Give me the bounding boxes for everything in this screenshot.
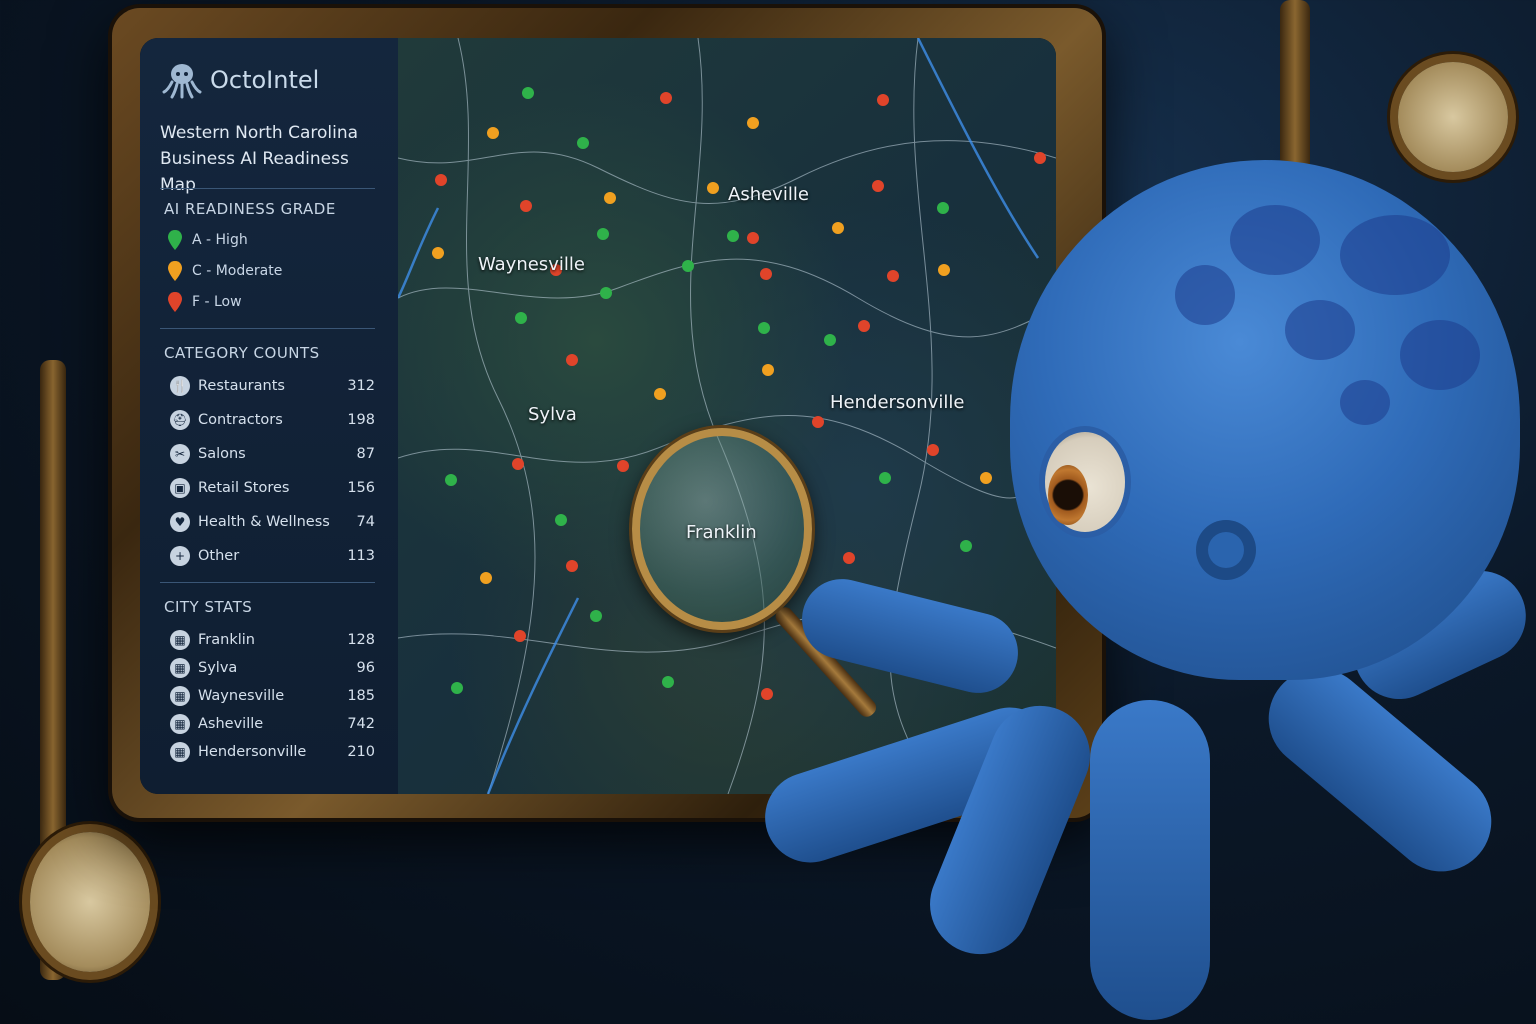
category-count: 156 [347, 480, 375, 496]
octopus-spot [1285, 300, 1355, 360]
city-row-sylva[interactable]: ▦ Sylva 96 [170, 658, 375, 678]
category-row-contractors[interactable]: ⛑ Contractors 198 [170, 410, 375, 430]
city-icon: ▦ [170, 686, 190, 706]
legend-label: F - Low [192, 294, 242, 310]
scissors-icon: ✂ [170, 444, 190, 464]
brand: OctoIntel [162, 60, 319, 100]
legend-item-high[interactable]: A - High [168, 230, 248, 250]
category-count: 198 [347, 412, 375, 428]
divider [160, 582, 375, 583]
octopus-tentacle [1090, 700, 1210, 1020]
page-title: Western North Carolina Business AI Readi… [160, 120, 385, 198]
city-label-franklin[interactable]: Franklin [686, 522, 757, 543]
map-pin-red-icon [168, 292, 182, 312]
category-label: Retail Stores [198, 480, 290, 496]
legend-item-low[interactable]: F - Low [168, 292, 242, 312]
map-pin-orange-icon [168, 261, 182, 281]
legend-label: C - Moderate [192, 263, 283, 279]
category-row-other[interactable]: + Other 113 [170, 546, 375, 566]
city-count: 210 [347, 744, 375, 760]
plus-icon: + [170, 546, 190, 566]
city-stats-title: CITY STATS [164, 598, 253, 616]
legend-item-moderate[interactable]: C - Moderate [168, 261, 282, 281]
category-count: 312 [347, 378, 375, 394]
shopping-bag-icon: ▣ [170, 478, 190, 498]
category-row-salons[interactable]: ✂ Salons 87 [170, 444, 375, 464]
city-label: Asheville [198, 716, 264, 732]
legend-label: A - High [192, 232, 248, 248]
category-label: Contractors [198, 412, 283, 428]
title-line-1: Western North Carolina [160, 123, 359, 143]
category-row-health[interactable]: ♥ Health & Wellness 74 [170, 512, 375, 532]
city-label: Hendersonville [198, 744, 307, 760]
title-line-2: Business AI Readiness Map [160, 149, 349, 195]
category-label: Health & Wellness [198, 514, 330, 530]
octopus-spot [1400, 320, 1480, 390]
city-label: Franklin [198, 632, 255, 648]
utensils-icon: 🍴 [170, 376, 190, 396]
clock-gauge-bottom-left [30, 832, 150, 972]
city-icon: ▦ [170, 714, 190, 734]
category-count: 74 [356, 514, 375, 530]
heart-plus-icon: ♥ [170, 512, 190, 532]
city-label: Sylva [198, 660, 238, 676]
category-label: Restaurants [198, 378, 285, 394]
category-label: Salons [198, 446, 246, 462]
category-title: CATEGORY COUNTS [164, 344, 320, 362]
category-row-retail[interactable]: ▣ Retail Stores 156 [170, 478, 375, 498]
city-row-asheville[interactable]: ▦ Asheville 742 [170, 714, 375, 734]
city-icon: ▦ [170, 742, 190, 762]
octopus-spot [1230, 205, 1320, 275]
city-row-waynesville[interactable]: ▦ Waynesville 185 [170, 686, 375, 706]
city-count: 96 [356, 660, 375, 676]
city-label-sylva[interactable]: Sylva [528, 404, 577, 425]
category-label: Other [198, 548, 240, 564]
sidebar-panel: OctoIntel Western North Carolina Busines… [140, 38, 399, 794]
category-count: 87 [356, 446, 375, 462]
brand-name: OctoIntel [210, 66, 320, 94]
octopus-spot [1340, 380, 1390, 425]
divider [160, 328, 375, 329]
octopus-pupil [1048, 465, 1088, 525]
city-icon: ▦ [170, 630, 190, 650]
city-row-hendersonville[interactable]: ▦ Hendersonville 210 [170, 742, 375, 762]
city-count: 742 [347, 716, 375, 732]
city-count: 185 [347, 688, 375, 704]
city-label: Waynesville [198, 688, 285, 704]
map-screen: OctoIntel Western North Carolina Busines… [140, 38, 1056, 794]
city-label-hendersonville[interactable]: Hendersonville [830, 392, 964, 413]
legend-title: AI READINESS GRADE [164, 200, 336, 218]
clock-gauge-top-right [1398, 62, 1508, 172]
divider [160, 188, 375, 189]
city-icon: ▦ [170, 658, 190, 678]
scene: OctoIntel Western North Carolina Busines… [0, 0, 1536, 1024]
map-pin-green-icon [168, 230, 182, 250]
octopus-spot [1175, 265, 1235, 325]
city-label-asheville[interactable]: Asheville [728, 184, 809, 205]
hardhat-icon: ⛑ [170, 410, 190, 430]
octopus-icon [162, 64, 202, 99]
category-count: 113 [347, 548, 375, 564]
city-row-franklin[interactable]: ▦ Franklin 128 [170, 630, 375, 650]
octopus-siphon [1196, 520, 1256, 580]
octopus-spot [1340, 215, 1450, 295]
city-count: 128 [347, 632, 375, 648]
category-row-restaurants[interactable]: 🍴 Restaurants 312 [170, 376, 375, 396]
city-label-waynesville[interactable]: Waynesville [478, 254, 585, 275]
